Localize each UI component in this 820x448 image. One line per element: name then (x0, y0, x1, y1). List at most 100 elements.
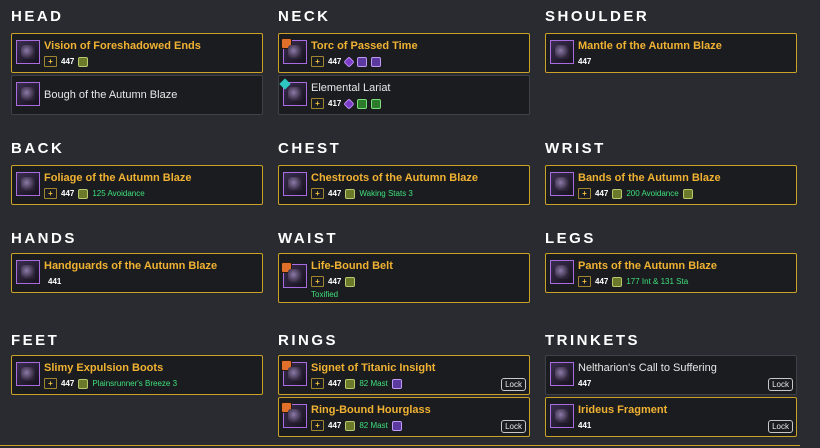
item-card[interactable]: Bough of the Autumn Blaze (11, 75, 263, 115)
crafted-item-icon (281, 262, 292, 273)
item-card[interactable]: Signet of Titanic Insight + 447 82 Mast … (278, 355, 530, 395)
lock-button[interactable]: Lock (501, 420, 526, 433)
item-card[interactable]: Torc of Passed Time + 447 (278, 33, 530, 73)
gloves-icon (16, 260, 40, 284)
item-card[interactable]: Neltharion's Call to Suffering 447 Lock (545, 355, 797, 395)
enchant-icon (612, 276, 623, 287)
cloak-icon (16, 172, 40, 196)
item-card[interactable]: Life-Bound Belt + 447 Toxified (278, 253, 530, 303)
item-card[interactable]: Elemental Lariat + 417 (278, 75, 530, 115)
item-name: Ring-Bound Hourglass (311, 404, 431, 416)
gem-icon (279, 78, 291, 90)
slot-title: WRIST (545, 140, 606, 157)
gem-icon (371, 56, 382, 67)
enchant-icon (345, 420, 356, 431)
slot-title: HEAD (11, 8, 64, 25)
slot-title: WAIST (278, 230, 338, 247)
upgrade-plus-icon[interactable]: + (44, 56, 57, 67)
upgrade-plus-icon[interactable]: + (578, 188, 591, 199)
enchant-icon (612, 188, 623, 199)
divider (0, 445, 800, 446)
upgrade-plus-icon[interactable]: + (578, 276, 591, 287)
helm-icon (16, 40, 40, 64)
slot-title: FEET (11, 332, 60, 349)
item-card[interactable]: Vision of Foreshadowed Ends + 447 (11, 33, 263, 73)
gem-icon (391, 378, 402, 389)
item-level: 441 (48, 277, 62, 286)
item-name: Life-Bound Belt (311, 260, 393, 272)
item-name: Bands of the Autumn Blaze (578, 172, 721, 184)
crafted-item-icon (281, 38, 292, 49)
item-name: Chestroots of the Autumn Blaze (311, 172, 479, 184)
enchant-text: Waking Stats 3 (359, 189, 413, 198)
lock-button[interactable]: Lock (501, 378, 526, 391)
slot-title: HANDS (11, 230, 77, 247)
upgrade-plus-icon[interactable]: + (44, 378, 57, 389)
rune-socket-icon (343, 97, 356, 110)
item-modifier: Toxified (311, 290, 339, 299)
item-level: 447 (61, 57, 75, 66)
rune-socket-icon (343, 55, 356, 68)
enchant-text: 177 Int & 131 Sta (626, 277, 689, 286)
item-card[interactable]: Chestroots of the Autumn Blaze + 447 Wak… (278, 165, 530, 205)
item-card[interactable]: Foliage of the Autumn Blaze + 447 125 Av… (11, 165, 263, 205)
gem-icon (357, 56, 368, 67)
shoulder-icon (550, 40, 574, 64)
enchant-text: 125 Avoidance (92, 189, 145, 198)
item-card[interactable]: Pants of the Autumn Blaze + 447 177 Int … (545, 253, 797, 293)
upgrade-plus-icon[interactable]: + (311, 276, 324, 287)
slot-title: CHEST (278, 140, 342, 157)
enchant-icon (345, 276, 356, 287)
enchant-text: 82 Mast (359, 379, 388, 388)
enchant-text: 200 Avoidance (626, 189, 679, 198)
item-level: 447 (328, 421, 342, 430)
item-name: Pants of the Autumn Blaze (578, 260, 717, 272)
item-name: Irideus Fragment (578, 404, 668, 416)
upgrade-plus-icon[interactable]: + (311, 98, 324, 109)
bracer-icon (550, 172, 574, 196)
item-card[interactable]: Irideus Fragment 441 Lock (545, 397, 797, 437)
slot-title: LEGS (545, 230, 596, 247)
item-card[interactable]: Mantle of the Autumn Blaze 447 (545, 33, 797, 73)
item-name: Elemental Lariat (311, 82, 391, 94)
enchant-icon (78, 378, 89, 389)
trinket-icon (550, 362, 574, 386)
item-card[interactable]: Ring-Bound Hourglass + 447 82 Mast Lock (278, 397, 530, 437)
upgrade-plus-icon[interactable]: + (311, 378, 324, 389)
item-level: 447 (578, 57, 592, 66)
upgrade-plus-icon[interactable]: + (44, 188, 57, 199)
lariat-icon (279, 78, 307, 106)
item-level: 417 (328, 99, 342, 108)
ring-icon (281, 360, 307, 386)
item-card[interactable]: Handguards of the Autumn Blaze 441 (11, 253, 263, 293)
gem-icon (371, 98, 382, 109)
item-name: Bough of the Autumn Blaze (44, 89, 178, 101)
lock-button[interactable]: Lock (768, 378, 793, 391)
crafted-item-icon (281, 402, 292, 413)
enchant-icon (345, 188, 356, 199)
item-name: Torc of Passed Time (311, 40, 418, 52)
item-card[interactable]: Slimy Expulsion Boots + 447 Plainsrunner… (11, 355, 263, 395)
item-name: Signet of Titanic Insight (311, 362, 436, 374)
enchant-icon (78, 56, 89, 67)
legs-icon (550, 260, 574, 284)
item-name: Neltharion's Call to Suffering (578, 362, 717, 374)
item-name: Slimy Expulsion Boots (44, 362, 164, 374)
upgrade-plus-icon[interactable]: + (311, 56, 324, 67)
gem-icon (357, 98, 368, 109)
upgrade-plus-icon[interactable]: + (311, 420, 324, 431)
item-card[interactable]: Bands of the Autumn Blaze + 447 200 Avoi… (545, 165, 797, 205)
enchant-text: Plainsrunner's Breeze 3 (92, 379, 178, 388)
ring-icon (281, 402, 307, 428)
enchant-icon (345, 378, 356, 389)
enchant-icon (78, 188, 89, 199)
gem-icon (391, 420, 402, 431)
chest-armor-icon (283, 172, 307, 196)
trinket-icon (550, 404, 574, 428)
item-name: Foliage of the Autumn Blaze (44, 172, 192, 184)
enchant-icon (682, 188, 693, 199)
antler-icon (16, 82, 40, 106)
upgrade-plus-icon[interactable]: + (311, 188, 324, 199)
item-name: Handguards of the Autumn Blaze (44, 260, 218, 272)
lock-button[interactable]: Lock (768, 420, 793, 433)
